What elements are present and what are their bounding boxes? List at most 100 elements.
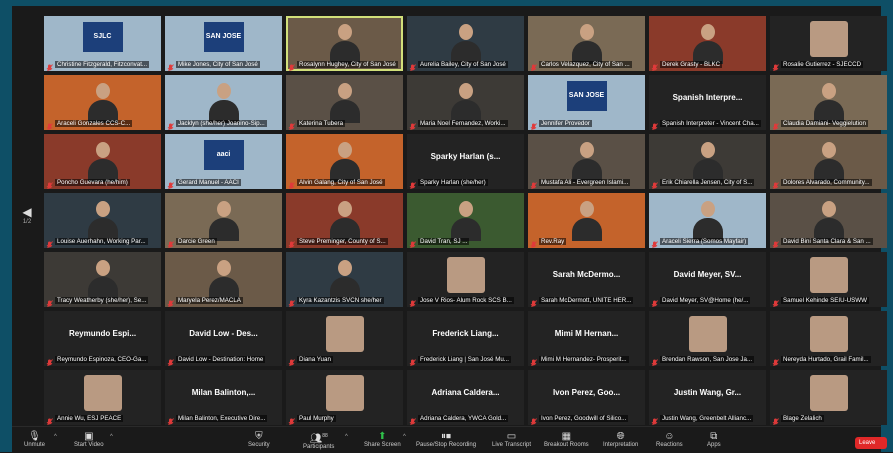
start-video-button[interactable]: ▣ Start Video <box>74 431 104 448</box>
participant-video <box>813 142 844 182</box>
participant-video <box>208 201 239 241</box>
security-button[interactable]: ⛨ Security <box>248 431 270 448</box>
participant-tile[interactable]: Alvin Galang, City of San José <box>286 134 403 189</box>
participant-tile[interactable]: SAN JOSE Jennifer Provedor <box>528 75 645 130</box>
participant-display-name: Reymundo Espi... <box>68 329 137 338</box>
participant-tile[interactable]: Adriana Caldera... Adriana Caldera, YWCA … <box>407 370 524 425</box>
participant-tile[interactable]: Aurelia Bailey, City of San José <box>407 16 524 71</box>
participant-tile[interactable]: Steve Preminger, County of S... <box>286 193 403 248</box>
participant-tile[interactable]: SAN JOSE Mike Jones, City of San José <box>165 16 282 71</box>
participant-tile[interactable]: Reymundo Espi... Reymundo Espinoza, CEO-G… <box>44 311 161 366</box>
participant-tile[interactable]: Annie Wu, ESJ PEACE <box>44 370 161 425</box>
interpretation-button[interactable]: 🌐︎ Interpretation <box>603 431 638 448</box>
apps-button[interactable]: ⧉ Apps <box>707 431 721 448</box>
participant-tile[interactable]: David Meyer, SV... David Meyer, SV@Home (… <box>649 252 766 307</box>
participant-tile[interactable]: Katerina Tubera <box>286 75 403 130</box>
participant-tile[interactable]: Claudia Damiani- Veggielution <box>770 75 887 130</box>
microphone-muted-icon <box>772 237 779 248</box>
participant-video <box>329 201 360 241</box>
participant-display-name: Ivon Perez, Goo... <box>552 388 621 397</box>
participant-tile[interactable]: Paul Murphy <box>286 370 403 425</box>
participant-tile[interactable]: Erik Chiarella Jensen, City of S... <box>649 134 766 189</box>
breakout-rooms-button[interactable]: ▦ Breakout Rooms <box>544 431 589 448</box>
interpretation-label: Interpretation <box>603 442 639 448</box>
participant-display-name: Spanish Interpre... <box>672 93 743 102</box>
participant-name-bar: Adriana Caldera, YWCA Gold... <box>409 413 522 425</box>
microphone-muted-icon <box>772 119 779 130</box>
participant-name-label: Sparky Harlan (she/her) <box>418 178 488 186</box>
participant-tile[interactable]: Araceli Sierra (Somos Mayfair) <box>649 193 766 248</box>
audio-options-chevron-icon[interactable]: ^ <box>54 434 57 440</box>
share-screen-button[interactable]: ⬆ Share Screen <box>364 431 401 448</box>
participant-tile[interactable]: Spanish Interpre... Spanish Interpreter -… <box>649 75 766 130</box>
participant-tile[interactable]: Dolores Alvarado, Community... <box>770 134 887 189</box>
transcript-label: Live Transcript <box>492 442 532 448</box>
video-options-chevron-icon[interactable]: ^ <box>110 434 113 440</box>
participant-name-bar: David Bini Santa Clara & San ... <box>772 236 885 248</box>
participant-tile[interactable]: Nereyda Hurtado, Grail Famil... <box>770 311 887 366</box>
participant-tile[interactable]: Blage Zelalich <box>770 370 887 425</box>
leave-button[interactable]: Leave <box>855 437 887 449</box>
participant-tile[interactable]: Carlos Velazquez, City of San ... <box>528 16 645 71</box>
participant-tile[interactable]: Samuel Kehinde SEIU-USWW <box>770 252 887 307</box>
participant-name-label: Derek Grasty - BLKC <box>660 60 723 68</box>
participant-name-label: Kyra Kazantzis SVCN she/her <box>297 296 384 304</box>
participants-chevron-icon[interactable]: ^ <box>345 434 348 440</box>
participant-name-label: Claudia Damiani- Veggielution <box>781 119 868 127</box>
participant-tile[interactable]: Poncho Guevara (he/him) <box>44 134 161 189</box>
participant-tile[interactable]: Maria Noel Fernandez, Worki... <box>407 75 524 130</box>
participant-tile[interactable]: Ivon Perez, Goo... Ivon Perez, Goodwill o… <box>528 370 645 425</box>
participant-tile[interactable]: Frederick Liang... Frederick Liang | San … <box>407 311 524 366</box>
participant-tile[interactable]: Araceli Gonzales CCS-C... <box>44 75 161 130</box>
participant-tile[interactable]: Kyra Kazantzis SVCN she/her <box>286 252 403 307</box>
participant-tile[interactable]: Jose V Rios- Alum Rock SCS B... <box>407 252 524 307</box>
participant-video <box>450 83 481 123</box>
participant-tile[interactable]: Tracy Weatherby (she/her), Se... <box>44 252 161 307</box>
participant-tile[interactable]: Derek Grasty - BLKC <box>649 16 766 71</box>
microphone-muted-icon <box>772 178 779 189</box>
microphone-muted-icon <box>46 296 53 307</box>
participant-tile[interactable]: Diana Yuan <box>286 311 403 366</box>
reactions-button[interactable]: ☺ Reactions <box>656 431 683 448</box>
participant-video <box>571 24 602 64</box>
live-transcript-button[interactable]: ▭ Live Transcript <box>492 431 531 448</box>
participant-name-bar: Spanish Interpreter - Vincent Cha... <box>651 118 764 130</box>
record-button[interactable]: ⏸⏹ Pause/Stop Recording <box>416 431 476 448</box>
participant-tile[interactable]: aaci Gerard Manuel - AACI <box>165 134 282 189</box>
unmute-button[interactable]: 🎙︎ Unmute <box>24 431 45 448</box>
page-navigation[interactable]: ◀ 1/2 <box>17 205 37 225</box>
participant-tile[interactable]: Rosalie Gutierrez - SJECCD <box>770 16 887 71</box>
microphone-muted-icon <box>772 60 779 71</box>
participant-tile[interactable]: Darcie Green <box>165 193 282 248</box>
participant-name-bar: Kyra Kazantzis SVCN she/her <box>288 295 401 307</box>
participant-tile[interactable]: Brendan Rawson, San Jose Ja... <box>649 311 766 366</box>
microphone-muted-icon <box>409 296 416 307</box>
participant-tile[interactable]: David Tran, SJ ... <box>407 193 524 248</box>
participant-tile[interactable]: Sarah McDermo... Sarah McDermott, UNITE H… <box>528 252 645 307</box>
participant-tile[interactable]: Jacklyn (she/her) Joanino-Sip... <box>165 75 282 130</box>
participant-tile[interactable]: Sparky Harlan (s... Sparky Harlan (she/he… <box>407 134 524 189</box>
participant-tile[interactable]: SJLC Christine Fitzgerald, Fitzconvat... <box>44 16 161 71</box>
participant-tile[interactable]: Milan Balinton,... Milan Balinton, Execut… <box>165 370 282 425</box>
participant-tile[interactable]: Rev.Ray <box>528 193 645 248</box>
participant-tile[interactable]: David Low - Des... David Low - Destinatio… <box>165 311 282 366</box>
participant-tile[interactable]: Mimi M Hernan... Mimi M Hernandez- Prospe… <box>528 311 645 366</box>
microphone-muted-icon <box>772 355 779 366</box>
participants-button[interactable]: 👥︎88 Participants <box>303 431 334 450</box>
participant-tile[interactable]: Mustafa Ali - Evergreen Islami... <box>528 134 645 189</box>
participant-tile[interactable]: Louise Auerhahn, Working Par... <box>44 193 161 248</box>
participant-name-label: Alvin Galang, City of San José <box>297 178 385 186</box>
participant-name-bar: Rosalie Gutierrez - SJECCD <box>772 59 885 71</box>
participant-name-bar: Frederick Liang | San José Mu... <box>409 354 522 366</box>
participant-name-label: Katerina Tubera <box>297 119 346 127</box>
participant-tile[interactable]: Maryela Perez/MACLA <box>165 252 282 307</box>
participant-video <box>450 24 481 64</box>
smiley-icon: ☺ <box>664 431 675 442</box>
participant-tile[interactable]: Justin Wang, Gr... Justin Wang, Greenbelt… <box>649 370 766 425</box>
participant-name-bar: Maria Noel Fernandez, Worki... <box>409 118 522 130</box>
share-options-chevron-icon[interactable]: ^ <box>403 434 406 440</box>
previous-page-icon[interactable]: ◀ <box>17 205 37 219</box>
participant-name-bar: Aurelia Bailey, City of San José <box>409 59 522 71</box>
participant-tile[interactable]: David Bini Santa Clara & San ... <box>770 193 887 248</box>
participant-tile[interactable]: Rosalynn Hughey, City of San José <box>286 16 403 71</box>
